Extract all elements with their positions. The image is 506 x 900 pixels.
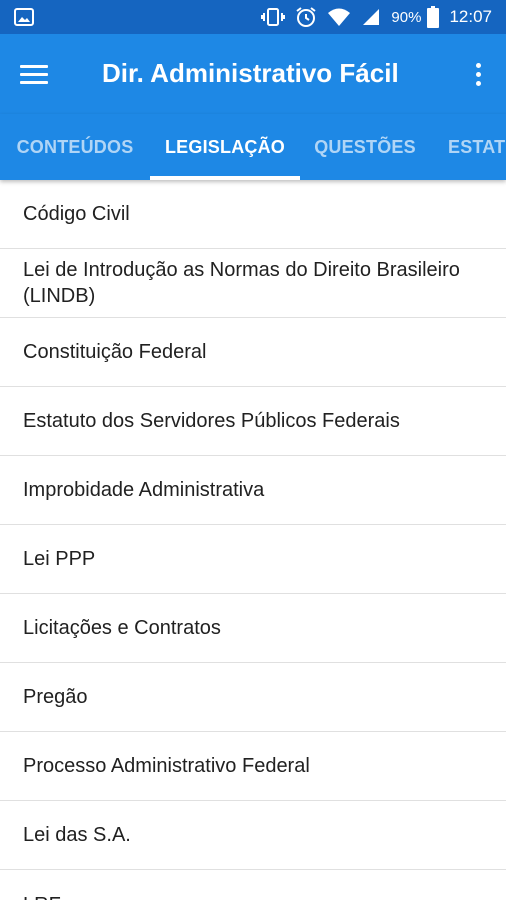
list-item[interactable]: Lei PPP: [0, 525, 506, 594]
tab-conteudos[interactable]: CONTEÚDOS: [0, 114, 150, 180]
list-item[interactable]: Improbidade Administrativa: [0, 456, 506, 525]
app-title: Dir. Administrativo Fácil: [102, 58, 399, 88]
clock: 12:07: [449, 7, 492, 26]
tab-bar: CONTEÚDOS LEGISLAÇÃO QUESTÕES ESTAT: [0, 114, 506, 180]
tab-questoes[interactable]: QUESTÕES: [300, 114, 430, 180]
list-item[interactable]: Constituição Federal: [0, 318, 506, 387]
wifi-icon: [327, 7, 351, 27]
list-item[interactable]: Código Civil: [0, 180, 506, 249]
list-item[interactable]: Estatuto dos Servidores Públicos Federai…: [0, 387, 506, 456]
list-item[interactable]: LRF: [0, 870, 506, 900]
app-bar: Dir. Administrativo Fácil: [0, 34, 506, 114]
alarm-icon: [295, 6, 317, 28]
list-item[interactable]: Processo Administrativo Federal: [0, 732, 506, 801]
status-bar: 90% 12:07: [0, 0, 506, 34]
hamburger-menu-icon[interactable]: [14, 56, 54, 92]
tab-indicator: [150, 176, 300, 180]
more-vert-icon[interactable]: [468, 58, 488, 90]
tab-estatisticas[interactable]: ESTAT: [432, 114, 506, 180]
list-item[interactable]: Licitações e Contratos: [0, 594, 506, 663]
signal-icon: [361, 7, 381, 27]
legislation-list: Código Civil Lei de Introdução as Normas…: [0, 180, 506, 900]
vibrate-icon: [261, 7, 286, 27]
battery-percent: 90%: [391, 8, 422, 26]
list-item[interactable]: Pregão: [0, 663, 506, 732]
image-icon: [14, 8, 34, 26]
list-item[interactable]: Lei das S.A.: [0, 801, 506, 870]
status-icons: 90% 12:07: [261, 0, 492, 34]
tab-legislacao[interactable]: LEGISLAÇÃO: [150, 114, 300, 180]
battery-icon: [427, 6, 440, 28]
list-item[interactable]: Lei de Introdução as Normas do Direito B…: [0, 249, 506, 318]
